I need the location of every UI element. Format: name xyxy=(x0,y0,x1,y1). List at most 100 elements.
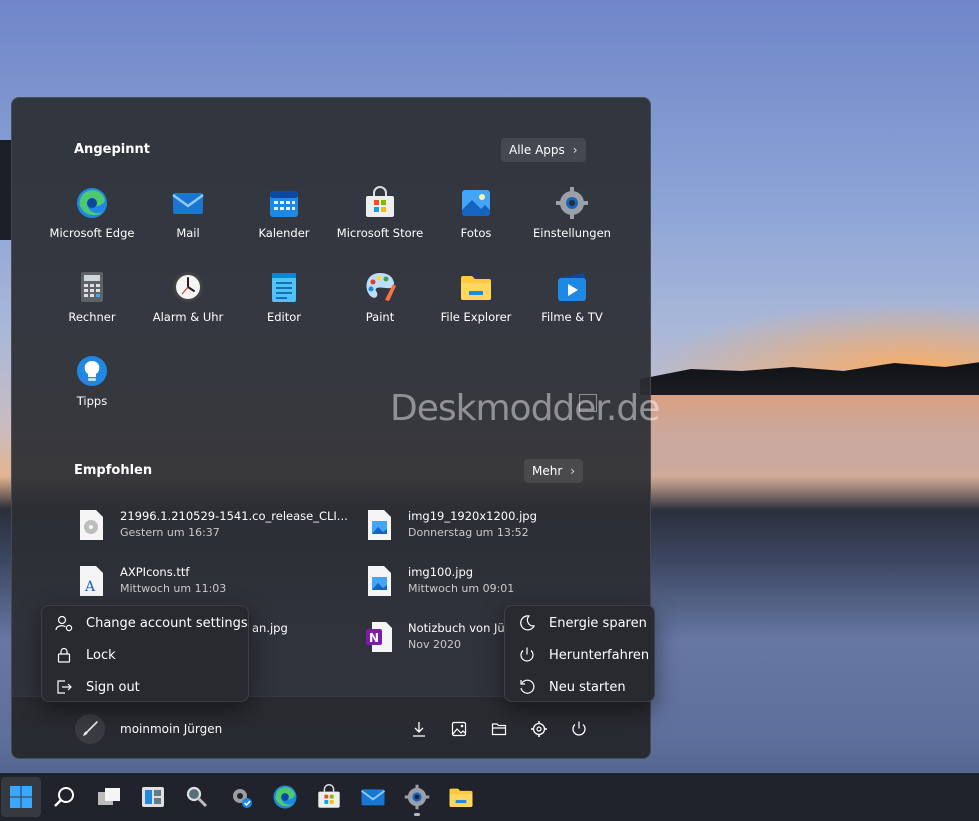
app-alarm-uhr[interactable]: Alarm & Uhr xyxy=(140,270,236,324)
file-name: 21996.1.210529-1541.co_release_CLI... xyxy=(120,509,348,523)
start-button[interactable] xyxy=(1,777,41,817)
change-account-settings-item[interactable]: Change account settings xyxy=(42,607,248,639)
app-microsoft-store[interactable]: Microsoft Store xyxy=(332,186,428,240)
app-label: Rechner xyxy=(68,310,116,324)
more-button[interactable]: Mehr › xyxy=(524,459,584,483)
app-paint[interactable]: Paint xyxy=(332,270,428,324)
folder-icon xyxy=(461,276,491,300)
chevron-right-icon: › xyxy=(570,464,576,478)
app-label: Einstellungen xyxy=(533,226,611,240)
all-apps-button[interactable]: Alle Apps › xyxy=(501,138,586,162)
clock-icon xyxy=(173,272,203,302)
app-kalender[interactable]: Kalender xyxy=(236,186,332,240)
recommended-item[interactable]: A AXPIcons.ttf Mittwoch um 11:03 xyxy=(76,561,346,601)
taskbar-search-app[interactable] xyxy=(177,777,217,817)
settings-icon xyxy=(556,187,588,219)
moon-icon xyxy=(517,613,537,633)
app-microsoft-edge[interactable]: Microsoft Edge xyxy=(44,186,140,240)
file-time: Nov 2020 xyxy=(408,638,461,651)
app-editor[interactable]: Editor xyxy=(236,270,332,324)
sleep-item[interactable]: Energie sparen xyxy=(505,607,654,639)
power-icon xyxy=(517,645,537,665)
app-label: Mail xyxy=(176,226,200,240)
pictures-button[interactable] xyxy=(448,718,470,740)
user-avatar[interactable] xyxy=(75,714,105,744)
sign-out-icon xyxy=(54,677,74,697)
menu-item-label: Neu starten xyxy=(549,679,626,695)
store-icon xyxy=(366,186,394,217)
taskbar-search-button[interactable] xyxy=(45,777,85,817)
downloads-button[interactable] xyxy=(408,718,430,740)
watermark-text: Deskmodder.de xyxy=(390,388,660,429)
image-file-icon xyxy=(368,510,391,540)
file-name: AXPIcons.ttf xyxy=(120,565,190,579)
start-footer xyxy=(12,696,650,758)
app-fotos[interactable]: Fotos xyxy=(428,186,524,240)
taskbar-settings-check[interactable] xyxy=(221,777,261,817)
mail-icon xyxy=(360,789,386,806)
more-label: Mehr xyxy=(532,464,563,478)
shutdown-item[interactable]: Herunterfahren xyxy=(505,639,654,671)
recommended-item[interactable]: img100.jpg Mittwoch um 09:01 xyxy=(364,561,634,601)
photos-icon xyxy=(462,190,490,216)
lock-item[interactable]: Lock xyxy=(42,639,248,671)
file-explorer-button[interactable] xyxy=(488,718,510,740)
app-filme-tv[interactable]: Filme & TV xyxy=(524,270,620,324)
folder-outline-icon xyxy=(491,723,507,736)
taskbar-settings[interactable] xyxy=(397,777,437,817)
app-label: Microsoft Store xyxy=(336,226,424,240)
file-time: Mittwoch um 09:01 xyxy=(408,582,515,595)
folder-icon xyxy=(449,788,473,807)
recommended-item[interactable]: img19_1920x1200.jpg Donnerstag um 13:52 xyxy=(364,505,634,545)
task-view-button[interactable] xyxy=(89,777,129,817)
magnifier-icon xyxy=(186,786,208,808)
edge-icon xyxy=(273,785,297,809)
taskbar-mail[interactable] xyxy=(353,777,393,817)
taskbar-store[interactable] xyxy=(309,777,349,817)
menu-item-label: Lock xyxy=(86,647,116,663)
restart-icon xyxy=(517,677,537,697)
notepad-icon xyxy=(272,273,296,302)
app-file-explorer[interactable]: File Explorer xyxy=(428,270,524,324)
restart-item[interactable]: Neu starten xyxy=(505,671,654,703)
paint-icon xyxy=(366,273,396,301)
settings-button[interactable] xyxy=(528,718,550,740)
edge-icon xyxy=(77,188,107,218)
app-label: Alarm & Uhr xyxy=(152,310,224,324)
account-menu: Change account settings Lock Sign out xyxy=(41,605,249,702)
recommended-item[interactable]: 21996.1.210529-1541.co_release_CLI... Ge… xyxy=(76,505,348,545)
taskbar-edge[interactable] xyxy=(265,777,305,817)
file-time: Mittwoch um 11:03 xyxy=(120,582,227,595)
image-file-icon xyxy=(368,566,391,596)
widgets-button[interactable] xyxy=(133,777,173,817)
app-einstellungen[interactable]: Einstellungen xyxy=(524,186,620,240)
app-label: Fotos xyxy=(460,226,492,240)
app-tipps[interactable]: Tipps xyxy=(44,354,140,408)
app-label: File Explorer xyxy=(440,310,512,324)
power-button[interactable] xyxy=(568,718,590,740)
disc-image-file-icon xyxy=(80,510,103,540)
app-rechner[interactable]: Rechner xyxy=(44,270,140,324)
chevron-right-icon: › xyxy=(572,143,578,157)
app-label: Editor xyxy=(266,310,302,324)
settings-icon xyxy=(404,784,430,810)
download-icon xyxy=(413,722,425,737)
brush-icon xyxy=(83,721,98,736)
account-settings-icon xyxy=(54,613,74,633)
svg-text:N: N xyxy=(369,631,379,645)
task-view-icon xyxy=(98,788,120,805)
user-name[interactable]: moinmoin Jürgen xyxy=(120,722,222,736)
taskbar-file-explorer[interactable] xyxy=(441,777,481,817)
svg-text:A: A xyxy=(84,579,96,595)
app-label: Paint xyxy=(365,310,395,324)
all-apps-label: Alle Apps xyxy=(509,143,565,157)
menu-item-label: Energie sparen xyxy=(549,615,647,631)
wallpaper-sunset-glow xyxy=(650,300,979,370)
app-mail[interactable]: Mail xyxy=(140,186,236,240)
onenote-icon: N xyxy=(366,622,392,652)
sign-out-item[interactable]: Sign out xyxy=(42,671,248,703)
windows-logo-icon xyxy=(10,786,32,808)
app-label: Tipps xyxy=(76,394,108,408)
running-indicator xyxy=(414,813,420,816)
watermark-logo-icon xyxy=(579,394,597,412)
